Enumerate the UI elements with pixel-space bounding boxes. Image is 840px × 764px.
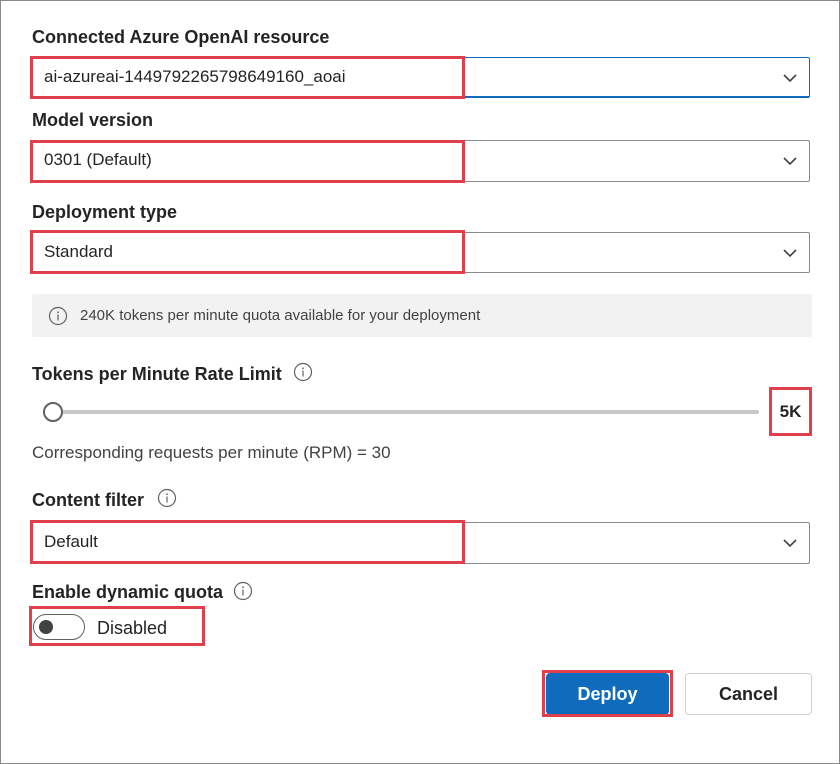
chevron-down-icon bbox=[783, 249, 797, 258]
model-version-value: 0301 (Default) bbox=[44, 150, 152, 169]
deployment-type-label: Deployment type bbox=[32, 202, 178, 222]
deployment-type-value: Standard bbox=[44, 242, 113, 261]
dynamic-quota-label: Enable dynamic quota bbox=[32, 582, 224, 602]
deployment-type-dropdown[interactable]: Standard bbox=[32, 232, 810, 273]
resource-label: Connected Azure OpenAI resource bbox=[32, 27, 330, 47]
resource-dropdown[interactable]: ai-azureai-1449792265798649160_aoai bbox=[32, 57, 810, 98]
deployment-dialog: Connected Azure OpenAI resource ai-azure… bbox=[0, 0, 840, 764]
rate-limit-slider-track[interactable] bbox=[43, 410, 759, 414]
content-filter-label: Content filter bbox=[32, 490, 144, 510]
quota-info-text: 240K tokens per minute quota available f… bbox=[80, 307, 481, 324]
dynamic-quota-state: Disabled bbox=[97, 618, 168, 638]
model-version-dropdown[interactable]: 0301 (Default) bbox=[32, 140, 810, 182]
chevron-down-icon bbox=[783, 74, 797, 83]
chevron-down-icon bbox=[783, 157, 797, 166]
info-icon[interactable] bbox=[233, 581, 253, 601]
chevron-down-icon bbox=[783, 539, 797, 548]
info-icon[interactable] bbox=[293, 362, 313, 382]
dynamic-quota-toggle[interactable] bbox=[33, 614, 85, 640]
content-filter-dropdown[interactable]: Default bbox=[32, 522, 810, 564]
content-filter-value: Default bbox=[44, 532, 98, 551]
rpm-text: Corresponding requests per minute (RPM) … bbox=[32, 443, 391, 462]
deploy-button[interactable]: Deploy bbox=[546, 673, 669, 715]
rate-limit-value: 5K bbox=[779, 402, 802, 421]
info-icon bbox=[48, 306, 68, 326]
resource-value: ai-azureai-1449792265798649160_aoai bbox=[44, 67, 346, 86]
quota-info-bar: 240K tokens per minute quota available f… bbox=[32, 294, 812, 337]
rate-limit-label: Tokens per Minute Rate Limit bbox=[32, 364, 282, 384]
model-version-label: Model version bbox=[32, 110, 154, 130]
rate-limit-slider-thumb[interactable] bbox=[43, 402, 63, 422]
info-icon[interactable] bbox=[157, 488, 177, 508]
toggle-knob bbox=[39, 620, 53, 634]
cancel-button[interactable]: Cancel bbox=[685, 673, 812, 715]
